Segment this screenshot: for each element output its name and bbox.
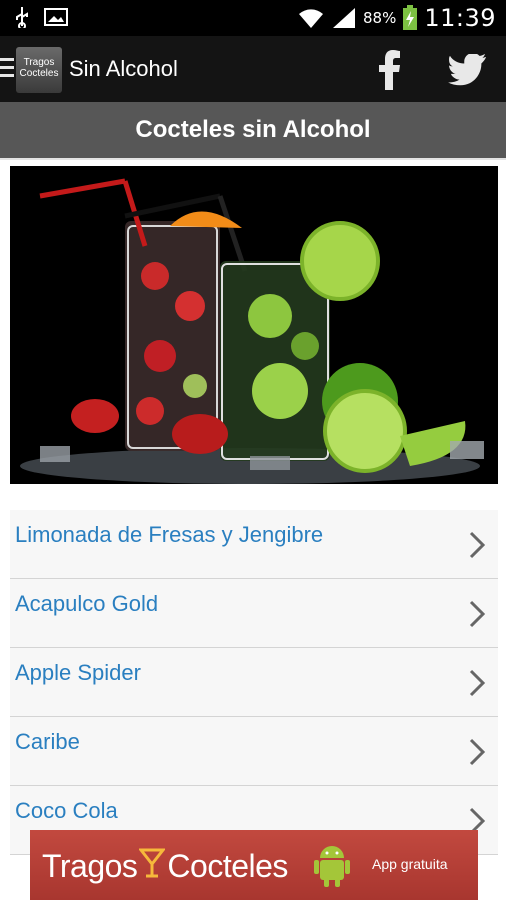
list-item[interactable]: Acapulco Gold <box>10 579 498 648</box>
image-icon <box>44 8 68 26</box>
drink-name: Caribe <box>15 729 80 754</box>
battery-charging-icon <box>403 5 418 30</box>
drink-name: Acapulco Gold <box>15 591 159 616</box>
ad-brand-right: Cocteles <box>167 848 288 884</box>
usb-icon <box>16 7 28 28</box>
drink-name: Coco Cola <box>15 798 118 823</box>
battery-percent: 88% <box>362 9 397 27</box>
facebook-icon[interactable] <box>376 50 402 90</box>
list-item[interactable]: Apple Spider <box>10 648 498 717</box>
cocktail-glass-icon <box>138 848 167 878</box>
ad-banner[interactable]: Tragos Cocteles App gratuita <box>30 830 478 900</box>
twitter-icon[interactable] <box>448 54 486 86</box>
chevron-right-icon <box>469 669 486 697</box>
drink-name: Apple Spider <box>15 660 141 685</box>
drink-list: Limonada de Fresas y Jengibre Acapulco G… <box>10 510 498 855</box>
action-bar: Tragos Cocteles Sin Alcohol <box>0 36 506 102</box>
chevron-right-icon <box>469 600 486 628</box>
chevron-right-icon <box>469 738 486 766</box>
signal-icon <box>332 8 355 28</box>
app-logo-text: Tragos Cocteles <box>19 57 59 79</box>
section-title: Cocteles sin Alcohol <box>135 116 371 143</box>
list-item[interactable]: Caribe <box>10 717 498 786</box>
ad-tagline: App gratuita <box>372 856 448 872</box>
drink-name: Limonada de Fresas y Jengibre <box>15 522 324 547</box>
page-title: Sin Alcohol <box>69 56 178 81</box>
wifi-icon <box>298 9 323 28</box>
menu-icon[interactable] <box>0 58 14 80</box>
chevron-right-icon <box>469 531 486 559</box>
cocktail-illustration <box>10 166 498 484</box>
ad-brand-left: Tragos <box>42 848 138 884</box>
section-header: Cocteles sin Alcohol <box>0 102 506 160</box>
app-logo[interactable]: Tragos Cocteles <box>16 47 62 93</box>
list-item[interactable]: Limonada de Fresas y Jengibre <box>10 510 498 579</box>
clock: 11:39 <box>424 4 496 32</box>
android-icon <box>314 846 350 887</box>
hero-image <box>10 166 498 484</box>
ad-brand: Tragos Cocteles <box>42 848 288 885</box>
status-bar: 88% 11:39 <box>0 0 506 36</box>
